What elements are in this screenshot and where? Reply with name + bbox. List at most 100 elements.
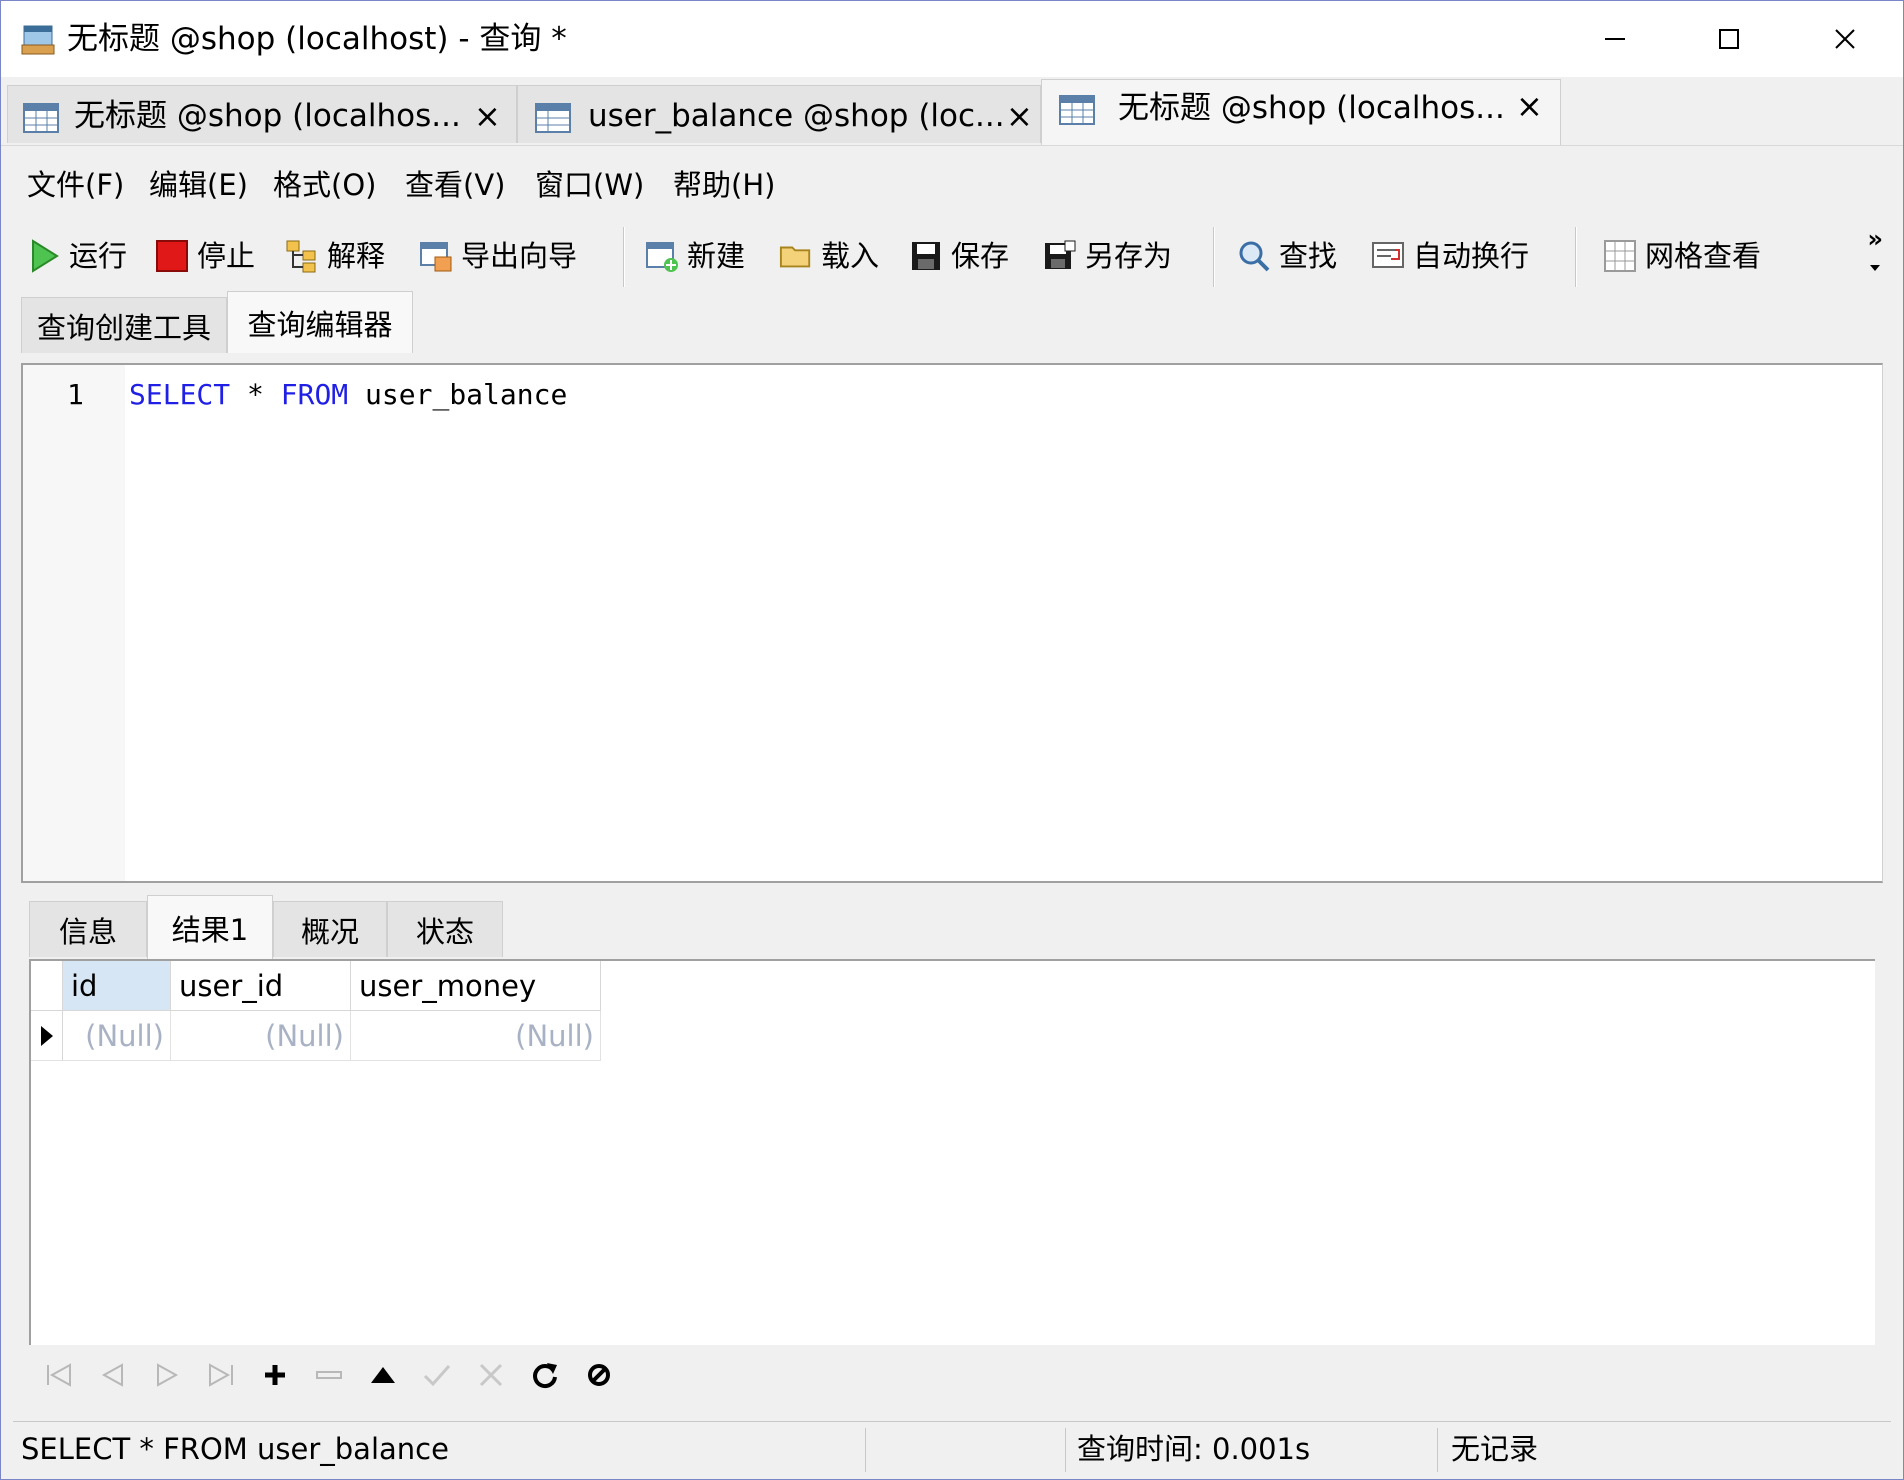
plus-icon xyxy=(265,1365,285,1385)
find-button[interactable]: 查找 xyxy=(1237,231,1337,281)
toolbar-overflow-button[interactable]: » xyxy=(1867,227,1883,277)
triangle-up-icon xyxy=(371,1367,395,1383)
minimize-button[interactable] xyxy=(1557,1,1673,77)
run-button[interactable]: 运行 xyxy=(27,231,127,281)
table-icon xyxy=(534,100,574,140)
next-record-button[interactable] xyxy=(149,1357,185,1393)
last-record-button[interactable] xyxy=(203,1357,239,1393)
save-as-icon xyxy=(1043,239,1077,273)
menu-window[interactable]: 窗口(W) xyxy=(535,167,644,203)
check-icon xyxy=(423,1365,451,1387)
new-query-icon xyxy=(645,239,679,273)
maximize-button[interactable] xyxy=(1671,1,1787,77)
row-indicator[interactable] xyxy=(31,1011,63,1061)
grid-navigation-bar xyxy=(31,1345,1875,1405)
close-window-button[interactable] xyxy=(1787,1,1903,77)
menu-format[interactable]: 格式(O) xyxy=(273,167,376,203)
doc-tab-close-icon[interactable]: × xyxy=(1006,98,1033,134)
query-icon xyxy=(22,100,62,140)
menu-view[interactable]: 查看(V) xyxy=(405,167,505,203)
line-number: 1 xyxy=(67,378,84,411)
menu-edit[interactable]: 编辑(E) xyxy=(149,167,248,203)
apply-changes-button[interactable] xyxy=(419,1357,455,1393)
sql-editor[interactable]: 1 SELECT * FROM user_balance xyxy=(21,363,1883,883)
document-tab-bar: 无标题 @shop (localhos... × user_balance @s… xyxy=(1,77,1903,146)
status-bar: SELECT * FROM user_balance 查询时间: 0.001s … xyxy=(13,1421,1891,1478)
sql-operator: * xyxy=(230,378,281,411)
discard-changes-button[interactable] xyxy=(473,1357,509,1393)
app-icon xyxy=(21,21,57,61)
toolbar-separator xyxy=(623,227,625,287)
status-divider xyxy=(865,1428,866,1472)
prior-record-button[interactable] xyxy=(95,1357,131,1393)
status-divider xyxy=(1065,1428,1066,1472)
tab-status[interactable]: 状态 xyxy=(387,901,503,957)
line-gutter: 1 xyxy=(23,365,125,881)
current-row-arrow-icon xyxy=(40,1025,53,1046)
status-record-count: 无记录 xyxy=(1451,1432,1539,1466)
doc-tab-close-icon[interactable]: × xyxy=(1516,88,1543,124)
grid-icon xyxy=(1603,239,1637,273)
menu-help[interactable]: 帮助(H) xyxy=(673,167,775,203)
grid-corner xyxy=(31,961,63,1011)
last-icon xyxy=(209,1363,233,1387)
result-grid: id user_id user_money (Null) (Null) (Nul… xyxy=(29,959,1875,1345)
menu-file[interactable]: 文件(F) xyxy=(27,167,124,203)
explain-tree-icon xyxy=(285,239,319,273)
window-title: 无标题 @shop (localhost) - 查询 * xyxy=(67,21,567,57)
grid-view-button[interactable]: 网格查看 xyxy=(1603,231,1761,281)
save-as-button[interactable]: 另存为 xyxy=(1043,231,1172,281)
code-line[interactable]: SELECT * FROM user_balance xyxy=(129,375,567,415)
no-entry-icon xyxy=(588,1364,610,1386)
table-cell[interactable]: (Null) xyxy=(63,1011,171,1061)
doc-tab-user-balance[interactable]: user_balance @shop (loc... × xyxy=(517,85,1041,143)
toolbar-separator xyxy=(1213,227,1215,287)
tab-info[interactable]: 信息 xyxy=(29,901,147,957)
doc-tab-label: 无标题 @shop (localhos... xyxy=(1118,90,1505,126)
doc-tab-query-active[interactable]: 无标题 @shop (localhos... × xyxy=(1041,79,1561,145)
doc-tab-label: user_balance @shop (loc... xyxy=(588,98,1005,134)
doc-tab-query-1[interactable]: 无标题 @shop (localhos... × xyxy=(7,85,517,143)
chevron-down-icon xyxy=(1870,265,1881,271)
doc-tab-label: 无标题 @shop (localhos... xyxy=(74,98,461,134)
edit-record-button[interactable] xyxy=(365,1357,401,1393)
app-window: 无标题 @shop (localhost) - 查询 * 无标题 @shop (… xyxy=(0,0,1904,1480)
column-header-user-id[interactable]: user_id xyxy=(171,961,351,1011)
export-icon xyxy=(419,239,453,273)
delete-record-button[interactable] xyxy=(311,1357,347,1393)
save-icon xyxy=(909,239,943,273)
query-icon xyxy=(1058,92,1098,132)
first-record-button[interactable] xyxy=(41,1357,77,1393)
play-icon xyxy=(27,239,61,273)
word-wrap-button[interactable]: 自动换行 xyxy=(1371,231,1529,281)
table-cell[interactable]: (Null) xyxy=(351,1011,601,1061)
status-divider xyxy=(1437,1428,1438,1472)
tab-profile[interactable]: 概况 xyxy=(273,901,387,957)
toolbar-separator xyxy=(1575,227,1577,287)
doc-tab-close-icon[interactable]: × xyxy=(474,98,501,134)
new-button[interactable]: 新建 xyxy=(645,231,745,281)
column-header-user-money[interactable]: user_money xyxy=(351,961,601,1011)
refresh-button[interactable] xyxy=(527,1357,563,1393)
add-record-button[interactable] xyxy=(257,1357,293,1393)
load-button[interactable]: 载入 xyxy=(779,231,879,281)
menu-bar: 文件(F) 编辑(E) 格式(O) 查看(V) 窗口(W) 帮助(H) xyxy=(13,147,1891,221)
chevron-double-right-icon: » xyxy=(1867,225,1883,253)
magnifier-icon xyxy=(1237,239,1271,273)
status-sql: SELECT * FROM user_balance xyxy=(21,1432,449,1466)
stop-button[interactable]: 停止 xyxy=(155,231,255,281)
sql-identifier: user_balance xyxy=(348,378,568,411)
folder-open-icon xyxy=(779,239,813,273)
tab-result-1[interactable]: 结果1 xyxy=(147,895,273,959)
column-header-id[interactable]: id xyxy=(63,961,171,1011)
tab-query-builder[interactable]: 查询创建工具 xyxy=(21,297,227,353)
save-button[interactable]: 保存 xyxy=(909,231,1009,281)
cancel-x-icon xyxy=(479,1363,503,1387)
stop-loading-button[interactable] xyxy=(581,1357,617,1393)
first-icon xyxy=(47,1363,71,1387)
explain-button[interactable]: 解释 xyxy=(285,231,385,281)
sql-keyword: SELECT xyxy=(129,378,231,411)
tab-query-editor[interactable]: 查询编辑器 xyxy=(227,291,413,353)
table-cell[interactable]: (Null) xyxy=(171,1011,351,1061)
export-wizard-button[interactable]: 导出向导 xyxy=(419,231,577,281)
